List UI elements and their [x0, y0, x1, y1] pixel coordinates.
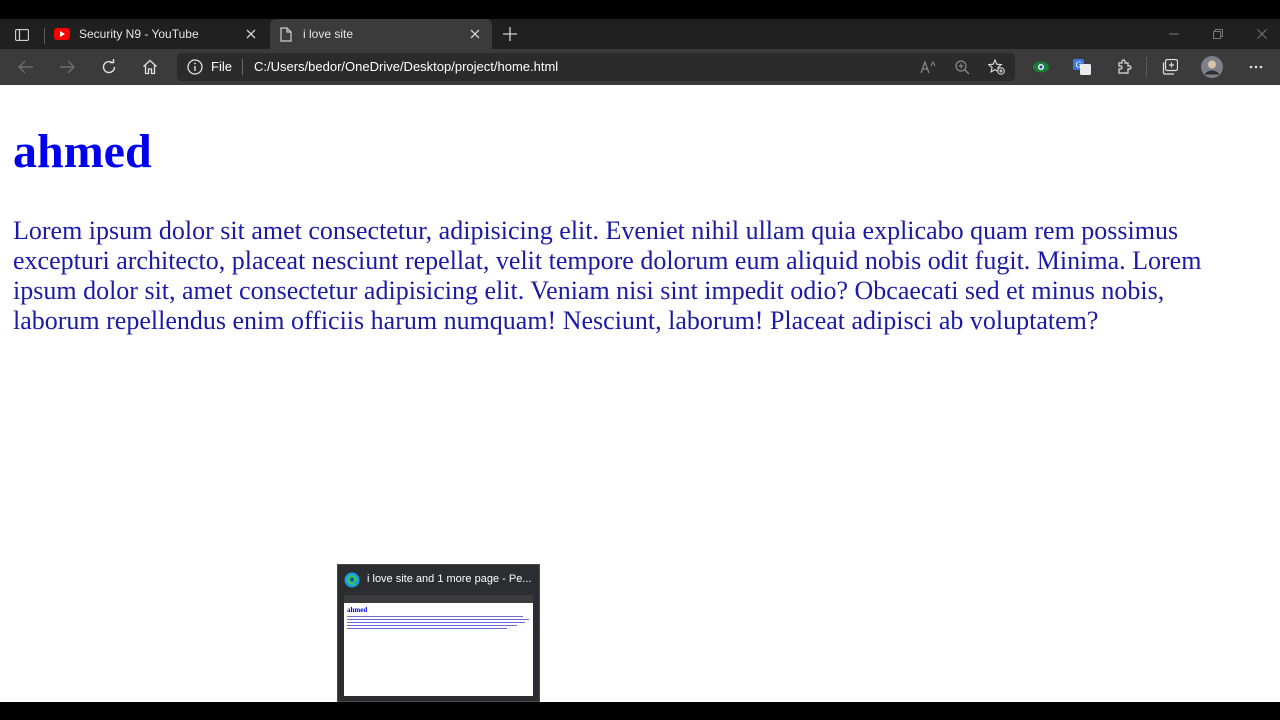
extension-eye-icon — [1033, 61, 1049, 73]
svg-text:G: G — [1076, 61, 1082, 70]
taskbar-strip — [0, 702, 1280, 720]
restore-button[interactable] — [1196, 19, 1240, 49]
collections-icon — [1162, 59, 1178, 75]
translate-button[interactable]: G — [1068, 53, 1096, 81]
refresh-button[interactable] — [95, 53, 123, 81]
minimize-button[interactable] — [1152, 19, 1196, 49]
url-text[interactable]: C:/Users/bedor/OneDrive/Desktop/project/… — [254, 59, 558, 74]
collections-button[interactable] — [1155, 53, 1183, 81]
thumbnail-text-line — [347, 628, 507, 629]
close-icon — [470, 29, 480, 39]
thumbnail-text-line — [347, 625, 517, 626]
tab-close-button[interactable] — [240, 23, 262, 45]
screen-top-border — [0, 0, 1280, 19]
close-icon — [246, 29, 256, 39]
back-button[interactable] — [12, 53, 40, 81]
thumbnail-heading: ahmed — [347, 606, 368, 614]
info-icon[interactable] — [187, 59, 203, 75]
tab-divider — [44, 28, 45, 44]
scheme-label: File — [211, 59, 232, 74]
window-close-button[interactable] — [1240, 19, 1280, 49]
settings-more-button[interactable] — [1242, 53, 1270, 81]
tab-actions-icon — [15, 29, 29, 41]
browser-toolbar: File C:/Users/bedor/OneDrive/Desktop/pro… — [0, 49, 1280, 85]
page-paragraph: Lorem ipsum dolor sit amet consectetur, … — [13, 216, 1202, 335]
address-divider — [242, 59, 243, 75]
thumbnail-text-line — [347, 622, 525, 623]
page-icon — [278, 26, 294, 42]
forward-arrow-icon — [60, 60, 75, 74]
preview-title: i love site and 1 more page - Pe... — [367, 573, 532, 585]
preview-thumbnail: ahmed — [344, 595, 533, 696]
add-favorite-button[interactable] — [985, 56, 1007, 78]
page-heading: ahmed — [13, 125, 152, 178]
taskbar-window-preview[interactable]: i love site and 1 more page - Pe... ahme… — [337, 564, 540, 702]
more-icon — [1249, 65, 1263, 69]
close-icon — [1257, 29, 1267, 39]
translate-icon: G — [1073, 59, 1091, 75]
tab-close-button[interactable] — [464, 23, 486, 45]
thumbnail-toolbar — [344, 595, 533, 603]
address-bar[interactable]: File C:/Users/bedor/OneDrive/Desktop/pro… — [177, 53, 1015, 81]
new-tab-button[interactable] — [499, 23, 521, 45]
avatar — [1201, 56, 1223, 78]
minimize-icon — [1169, 33, 1179, 35]
tab-strip: Security N9 - YouTube i love site — [0, 19, 1280, 49]
plus-icon — [503, 27, 517, 41]
zoom-icon — [954, 59, 969, 74]
read-aloud-icon — [920, 60, 936, 74]
zoom-button[interactable] — [951, 56, 973, 78]
refresh-icon — [102, 59, 116, 74]
tab-title: Security N9 - YouTube — [79, 27, 199, 41]
back-arrow-icon — [18, 60, 33, 74]
toolbar-divider — [1146, 57, 1147, 77]
thumbnail-text-line — [347, 619, 529, 620]
restore-icon — [1213, 29, 1223, 39]
puzzle-icon — [1118, 59, 1132, 74]
forward-button[interactable] — [53, 53, 81, 81]
tab-youtube[interactable]: Security N9 - YouTube — [46, 19, 268, 49]
tab-title: i love site — [303, 27, 354, 41]
tab-i-love-site[interactable]: i love site — [270, 19, 492, 49]
youtube-icon — [54, 26, 70, 42]
star-plus-icon — [987, 59, 1005, 75]
tab-actions-button[interactable] — [8, 24, 36, 46]
home-button[interactable] — [136, 53, 164, 81]
read-aloud-button[interactable] — [917, 56, 939, 78]
web-page-viewport: ahmed Lorem ipsum dolor sit amet consect… — [0, 85, 1280, 702]
extension-button-1[interactable] — [1027, 53, 1055, 81]
home-icon — [143, 59, 157, 75]
thumbnail-text-line — [347, 616, 523, 617]
profile-button[interactable] — [1198, 53, 1226, 81]
extensions-button[interactable] — [1110, 53, 1138, 81]
edge-icon — [344, 572, 360, 588]
